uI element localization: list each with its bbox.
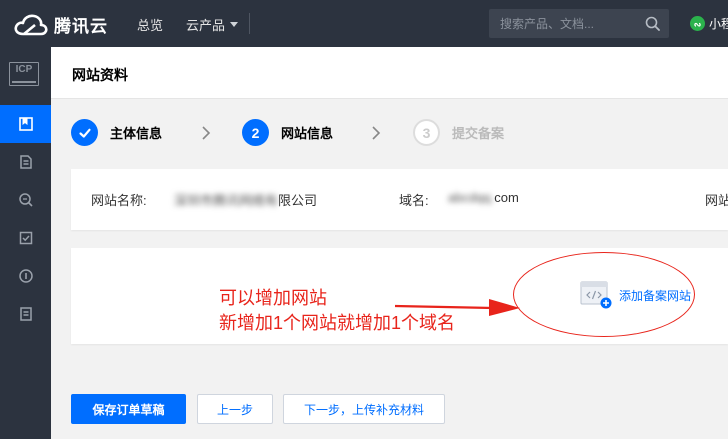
page-title: 网站资料 [72,67,128,83]
sidebar-item-document[interactable] [0,143,51,181]
tencent-cloud-logo[interactable]: 腾讯云 [14,12,108,37]
domain-visible: com [494,190,519,205]
checklist-icon [19,231,32,245]
site-name-visible: 限公司 [278,193,318,208]
domain-label: 域名: [399,193,429,208]
search-input[interactable] [489,9,639,38]
title-bar: 网站资料 [51,47,728,99]
step-3-number: 3 [413,119,440,146]
sidebar-item-website-info[interactable] [0,105,51,143]
step-2: 2 网站信息 [242,119,333,146]
step-2-label: 网站信息 [281,126,334,141]
chevron-right-icon [202,126,211,140]
nav-cloud-products[interactable]: 云产品 [186,15,239,34]
logo-text: 腾讯云 [54,17,108,36]
search-box [489,9,669,38]
icp-underline [12,81,36,83]
step-progress: 主体信息 2 网站信息 3 提交备案 [71,119,721,147]
sidebar-item-checklist[interactable] [0,219,51,257]
user-name: 小程 [709,17,728,31]
next-step-button[interactable]: 下一步，上传补充材料 [283,394,445,424]
sidebar-item-file-list[interactable] [0,295,51,333]
site-name-value: 深圳市腾讯网络有限公司 [174,190,317,209]
annotation-line-1: 可以增加网站 [219,288,327,308]
step-2-number: 2 [242,119,269,146]
nav-cloud-products-label: 云产品 [186,18,226,33]
site-name-blurred: 深圳市腾讯网络有 [174,193,279,208]
add-website-card: 添加备案网站 可以增加网站 新增加1个网站就增加1个域名 [71,248,728,344]
domain-blurred: abcdqq. [448,190,495,205]
annotation-ellipse [513,252,695,337]
icp-label: ICP [15,64,33,75]
prev-step-button[interactable]: 上一步 [197,394,273,424]
annotation-text: 可以增加网站 新增加1个网站就增加1个域名 [219,286,455,336]
document-icon [19,155,32,169]
search-icon[interactable] [645,16,660,31]
domain-value: abcdqq.com [448,190,519,205]
main-content: 网站资料 主体信息 2 网站信息 3 提交备案 网站名称: 深圳市腾讯网络有限公… [51,47,728,439]
sidebar: ICP [0,47,51,439]
chevron-right-icon [372,126,381,140]
file-list-icon [19,307,32,321]
chevron-down-icon [230,22,239,27]
site-name-label: 网站名称: [91,193,147,208]
top-navigation-bar: 腾讯云 总览 云产品 小程 [0,0,728,47]
search-record-icon [18,193,33,207]
step-3: 3 提交备案 [413,119,504,146]
step-1: 主体信息 [71,119,162,146]
website-info-icon [18,117,33,131]
nav-divider [249,13,250,34]
check-icon [71,119,98,146]
annotation-line-2: 新增加1个网站就增加1个域名 [219,313,456,333]
save-draft-button[interactable]: 保存订单草稿 [71,394,186,424]
step-1-label: 主体信息 [110,126,163,141]
step-3-label: 提交备案 [452,126,505,141]
nav-overview[interactable]: 总览 [137,15,163,34]
sidebar-item-search-record[interactable] [0,181,51,219]
site-extra-label: 网站 [705,193,728,208]
info-circle-icon [18,269,33,283]
sidebar-item-info[interactable] [0,257,51,295]
website-info-card: 网站名称: 深圳市腾讯网络有限公司 域名: abcdqq.com 网站 [71,169,728,230]
mini-program-icon [690,16,705,31]
icp-logo-icon: ICP [9,62,39,86]
user-menu[interactable]: 小程 [690,15,728,32]
cloud-logo-icon [14,14,48,35]
